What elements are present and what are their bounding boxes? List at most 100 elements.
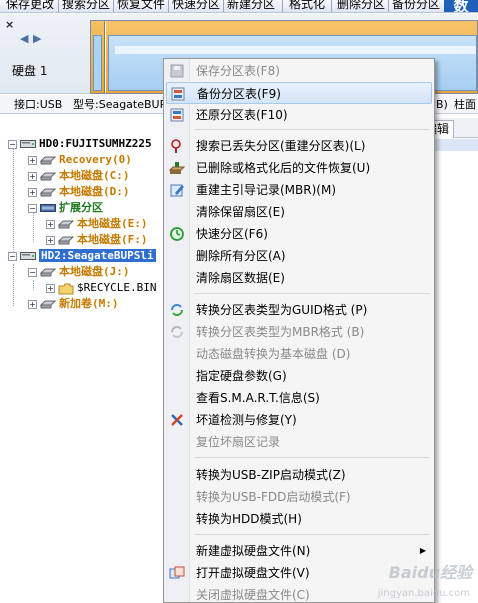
partition-fill bbox=[93, 35, 102, 91]
expand-icon[interactable]: + bbox=[28, 171, 37, 181]
brand-logo: 数 bbox=[444, 0, 478, 12]
cylinders-info: 柱面 bbox=[454, 98, 476, 111]
tree-partition-f[interactable]: + 本地磁盘(F:) bbox=[46, 232, 148, 248]
collapse-icon[interactable]: − bbox=[28, 203, 37, 213]
menu-item-clear-reserved-sectors[interactable]: 清除保留扇区(E) bbox=[166, 201, 432, 223]
backup-partition-button[interactable]: 备份分区 bbox=[392, 0, 440, 12]
watermark: Baidu经验 bbox=[388, 563, 472, 582]
drive-icon bbox=[40, 299, 56, 309]
menu-item-usb-zip-mode[interactable]: 转换为USB-ZIP启动模式(Z) bbox=[166, 464, 432, 486]
disk-label: 硬盘 1 bbox=[12, 64, 48, 78]
expand-icon[interactable]: + bbox=[28, 155, 37, 165]
menu-item-restore-partition-table[interactable]: 还原分区表(F10) bbox=[166, 104, 432, 126]
menu-item-usb-fdd-mode[interactable]: 转换为USB-FDD启动模式(F) bbox=[166, 486, 432, 508]
menu-item-delete-all-partitions[interactable]: 删除所有分区(A) bbox=[166, 245, 432, 267]
tree-folder-recycle-bin[interactable]: + $RECYCLE.BIN bbox=[46, 280, 156, 296]
expand-icon[interactable]: + bbox=[28, 299, 37, 309]
quick-partition-button[interactable]: 快速分区 bbox=[172, 0, 220, 12]
disk-tree: − HD0:FUJITSUMHZ225 + Recovery(0) + 本地磁盘(C:… bbox=[0, 114, 165, 603]
menu-item-bad-sector-check[interactable]: 坏道检测与修复(Y) bbox=[166, 409, 432, 431]
info-partial: B) bbox=[436, 98, 448, 111]
drive-icon bbox=[40, 155, 56, 165]
partition-block-small[interactable] bbox=[91, 21, 105, 93]
search-partition-button[interactable]: 搜索分区 bbox=[62, 0, 110, 12]
new-partition-button[interactable]: 新建分区 bbox=[227, 0, 275, 12]
convert-icon bbox=[169, 302, 185, 318]
expand-icon[interactable]: + bbox=[46, 219, 55, 229]
hard-disk-icon bbox=[20, 139, 36, 149]
toolbar-separator bbox=[113, 0, 114, 12]
save-icon bbox=[169, 63, 185, 79]
tree-partition-m[interactable]: + 新加卷(M:) bbox=[28, 296, 119, 312]
toolbar-separator bbox=[223, 0, 224, 12]
search-icon bbox=[169, 138, 185, 154]
recover-files-button[interactable]: 恢复文件 bbox=[117, 0, 165, 12]
menu-item-recover-deleted-files[interactable]: 已删除或格式化后的文件恢复(U) bbox=[166, 157, 432, 179]
drive-icon bbox=[40, 267, 56, 277]
tools-icon bbox=[169, 412, 185, 428]
interface-info: 接口:USB bbox=[14, 98, 63, 111]
drive-icon bbox=[40, 171, 56, 181]
toolbar-separator bbox=[282, 0, 283, 12]
menu-separator bbox=[194, 129, 430, 130]
toolbar-separator bbox=[168, 0, 169, 12]
tree-line bbox=[33, 280, 34, 290]
menu-separator bbox=[194, 293, 430, 294]
toolbar-separator bbox=[58, 0, 59, 12]
open-vdisk-icon bbox=[169, 565, 185, 581]
expand-icon[interactable]: + bbox=[46, 235, 55, 245]
restore-icon bbox=[169, 107, 185, 123]
menu-item-search-lost-partitions[interactable]: 搜索已丢失分区(重建分区表)(L) bbox=[166, 135, 432, 157]
menu-item-clear-sector-data[interactable]: 清除扇区数据(E) bbox=[166, 267, 432, 289]
tree-extended-partition[interactable]: − 扩展分区 bbox=[28, 200, 103, 216]
menu-item-dynamic-to-basic[interactable]: 动态磁盘转换为基本磁盘 (D) bbox=[166, 343, 432, 365]
tree-partition-e[interactable]: + 本地磁盘(E:) bbox=[46, 216, 148, 232]
hard-disk-icon bbox=[20, 251, 36, 261]
tree-disk-2[interactable]: − HD2:SeagateBUPSli bbox=[8, 248, 156, 264]
tree-line bbox=[13, 264, 14, 306]
prev-disk-icon[interactable]: ◀ bbox=[20, 32, 28, 45]
menu-item-rebuild-mbr[interactable]: 重建主引导记录(MBR)(M) bbox=[166, 179, 432, 201]
menu-item-specify-disk-params[interactable]: 指定硬盘参数(G) bbox=[166, 365, 432, 387]
toolbar-separator bbox=[331, 0, 332, 12]
tree-partition-j[interactable]: − 本地磁盘(J:) bbox=[28, 264, 130, 280]
collapse-icon[interactable]: − bbox=[8, 139, 17, 149]
menu-item-reset-bad-sectors[interactable]: 复位坏扇区记录 bbox=[166, 431, 432, 453]
toolbar: 保存更改 搜索分区 恢复文件 快速分区 新建分区 格式化 删除分区 备份分区 数 bbox=[0, 0, 478, 13]
drive-icon bbox=[58, 235, 74, 245]
partition-band bbox=[115, 46, 476, 54]
backup-icon bbox=[170, 86, 186, 102]
menu-item-hdd-mode[interactable]: 转换为HDD模式(H) bbox=[166, 508, 432, 530]
menu-item-convert-to-mbr[interactable]: 转换分区表类型为MBR格式 (B) bbox=[166, 321, 432, 343]
tree-partition-recovery[interactable]: + Recovery(0) bbox=[28, 152, 132, 168]
context-menu: 保存分区表(F8) 备份分区表(F9) 还原分区表(F10) 搜索已丢失分区(重… bbox=[163, 58, 435, 603]
folder-icon bbox=[58, 283, 74, 295]
tree-line bbox=[33, 212, 34, 242]
save-changes-button[interactable]: 保存更改 bbox=[6, 0, 54, 12]
menu-separator bbox=[194, 534, 430, 535]
tree-line bbox=[13, 144, 14, 252]
tree-partition-c[interactable]: + 本地磁盘(C:) bbox=[28, 168, 130, 184]
tree-partition-d[interactable]: + 本地磁盘(D:) bbox=[28, 184, 130, 200]
watermark-url: jingyan.baidu.com bbox=[377, 588, 470, 599]
menu-item-view-smart[interactable]: 查看S.M.A.R.T.信息(S) bbox=[166, 387, 432, 409]
menu-item-save-partition-table[interactable]: 保存分区表(F8) bbox=[166, 60, 432, 82]
menu-item-convert-to-guid[interactable]: 转换分区表类型为GUID格式 (P) bbox=[166, 299, 432, 321]
recover-icon bbox=[168, 160, 186, 176]
quick-partition-icon bbox=[169, 226, 185, 242]
expand-icon[interactable]: + bbox=[46, 283, 55, 293]
collapse-icon[interactable]: − bbox=[28, 267, 37, 277]
menu-item-backup-partition-table[interactable]: 备份分区表(F9) bbox=[166, 82, 432, 104]
collapse-icon[interactable]: − bbox=[8, 251, 17, 261]
menu-separator bbox=[194, 457, 430, 458]
extended-partition-icon bbox=[40, 203, 56, 213]
delete-partition-button[interactable]: 删除分区 bbox=[337, 0, 385, 12]
menu-item-quick-partition[interactable]: 快速分区(F6) bbox=[166, 223, 432, 245]
next-disk-icon[interactable]: ▶ bbox=[33, 32, 41, 45]
model-info: 型号:SeagateBUP bbox=[73, 98, 167, 111]
tree-disk-0[interactable]: − HD0:FUJITSUMHZ225 bbox=[8, 136, 152, 152]
expand-icon[interactable]: + bbox=[28, 187, 37, 197]
close-icon[interactable]: × bbox=[5, 18, 14, 31]
toolbar-separator bbox=[388, 0, 389, 12]
format-button[interactable]: 格式化 bbox=[289, 0, 325, 12]
